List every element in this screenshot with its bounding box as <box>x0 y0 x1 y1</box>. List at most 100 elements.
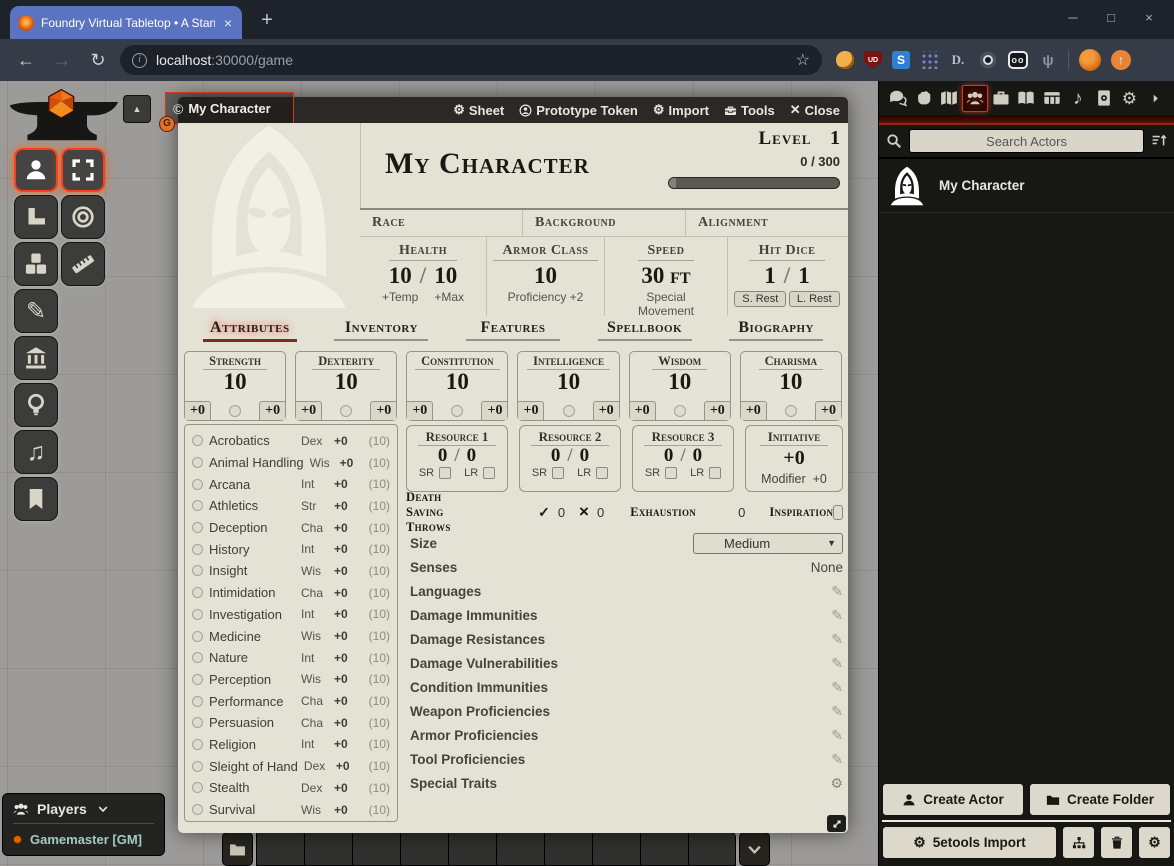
tab-journal[interactable] <box>1014 85 1040 112</box>
skill-row[interactable]: Deception Cha +0 (10) <box>192 517 390 539</box>
macro-slot[interactable] <box>496 832 544 866</box>
skill-row[interactable]: Athletics Str +0 (10) <box>192 495 390 517</box>
tools-button[interactable]: Tools <box>724 103 775 118</box>
ability-label[interactable]: Constitution <box>415 354 500 370</box>
ability-score[interactable]: 10 <box>518 370 618 393</box>
window-header[interactable]: © My Character G ⚙Sheet Prototype Token … <box>178 97 848 123</box>
eye-extension-icon[interactable] <box>980 52 996 68</box>
settings-button[interactable]: ⚙ <box>1138 826 1171 859</box>
ability-save-mod[interactable]: +0 <box>296 401 322 420</box>
skill-proficiency-radio[interactable] <box>192 782 203 793</box>
delete-button[interactable] <box>1100 826 1133 859</box>
hd-current[interactable]: 1 <box>764 263 776 288</box>
players-panel[interactable]: Players Gamemaster [GM] <box>2 793 165 856</box>
proficiency-radio[interactable] <box>229 405 241 417</box>
ability-check-mod[interactable]: +0 <box>593 401 619 420</box>
inspiration-checkbox[interactable] <box>833 505 843 520</box>
edit-icon[interactable]: ✎ <box>831 703 843 720</box>
tab-biography[interactable]: Biography <box>710 319 842 346</box>
site-info-icon[interactable]: i <box>132 53 147 68</box>
url-bar[interactable]: i localhost:30000/game ☆ <box>120 45 822 75</box>
grid-extension-icon[interactable] <box>920 51 938 69</box>
tool-target-button[interactable] <box>61 195 105 239</box>
skill-row[interactable]: Performance Cha +0 (10) <box>192 690 390 712</box>
resource-value[interactable]: 0 <box>551 445 561 466</box>
resource-max[interactable]: 0 <box>467 445 477 466</box>
sr-checkbox[interactable] <box>439 467 451 479</box>
skill-row[interactable]: Religion Int +0 (10) <box>192 734 390 756</box>
resource-box[interactable]: Resource 10/0SRLR <box>406 425 508 492</box>
ability-save-mod[interactable]: +0 <box>407 401 433 420</box>
skill-row[interactable]: Insight Wis +0 (10) <box>192 560 390 582</box>
ability-save-mod[interactable]: +0 <box>185 401 211 420</box>
skill-name[interactable]: Acrobatics <box>209 433 295 448</box>
tab-chat[interactable] <box>885 85 911 112</box>
proficiency-radio[interactable] <box>340 405 352 417</box>
hp-max[interactable]: 10 <box>434 263 457 288</box>
skill-name[interactable]: Persuasion <box>209 715 295 730</box>
resource-max[interactable]: 0 <box>693 445 703 466</box>
skill-name[interactable]: History <box>209 542 295 557</box>
skill-proficiency-radio[interactable] <box>192 717 203 728</box>
macro-folder-button[interactable] <box>222 832 253 866</box>
lr-checkbox[interactable] <box>709 467 721 479</box>
skill-row[interactable]: Sleight of Hand Dex +0 (10) <box>192 755 390 777</box>
alignment-field[interactable]: Alignment <box>686 210 848 236</box>
skill-row[interactable]: Stealth Dex +0 (10) <box>192 777 390 799</box>
create-actor-button[interactable]: Create Actor <box>882 783 1024 816</box>
sr-checkbox[interactable] <box>665 467 677 479</box>
hotbar-page-button[interactable] <box>739 832 770 866</box>
edit-icon[interactable]: ✎ <box>831 751 843 768</box>
hd-max[interactable]: 1 <box>798 263 810 288</box>
skill-proficiency-radio[interactable] <box>192 522 203 533</box>
5etools-import-button[interactable]: ⚙ 5etools Import <box>882 826 1057 859</box>
skill-name[interactable]: Performance <box>209 694 295 709</box>
skill-name[interactable]: Investigation <box>209 607 295 622</box>
hp-current[interactable]: 10 <box>389 263 412 288</box>
resource-box[interactable]: Resource 20/0SRLR <box>519 425 621 492</box>
fork-extension-icon[interactable]: ψ <box>1038 50 1058 70</box>
skill-proficiency-radio[interactable] <box>192 652 203 663</box>
edit-icon[interactable]: ✎ <box>831 607 843 624</box>
create-folder-button[interactable]: Create Folder <box>1029 783 1171 816</box>
ability-save-mod[interactable]: +0 <box>518 401 544 420</box>
folder-tree-button[interactable] <box>1062 826 1095 859</box>
edit-icon[interactable]: ✎ <box>831 727 843 744</box>
edit-icon[interactable]: ✎ <box>831 631 843 648</box>
tool-token-controls-button[interactable] <box>14 148 58 192</box>
skill-proficiency-radio[interactable] <box>192 609 203 620</box>
reader-extension-icon[interactable]: oo <box>1008 51 1028 69</box>
skill-proficiency-radio[interactable] <box>192 500 203 511</box>
skill-proficiency-radio[interactable] <box>192 544 203 555</box>
macro-slot[interactable] <box>448 832 496 866</box>
tab-scenes[interactable] <box>936 85 962 112</box>
tab-combat[interactable] <box>911 85 937 112</box>
skill-name[interactable]: Religion <box>209 737 295 752</box>
skill-name[interactable]: Sleight of Hand <box>209 759 298 774</box>
tab-playlists[interactable]: ♪ <box>1065 85 1091 112</box>
skill-name[interactable]: Athletics <box>209 498 295 513</box>
speed-stat[interactable]: Speed 30 ft Special Movement <box>605 237 728 316</box>
skill-proficiency-radio[interactable] <box>192 565 203 576</box>
skill-row[interactable]: Medicine Wis +0 (10) <box>192 625 390 647</box>
macro-slot[interactable] <box>352 832 400 866</box>
tab-tables[interactable] <box>1039 85 1065 112</box>
skill-row[interactable]: Nature Int +0 (10) <box>192 647 390 669</box>
tab-features[interactable]: Features <box>447 319 579 346</box>
tool-tile-controls-button[interactable] <box>14 242 58 286</box>
tool-ruler-button[interactable] <box>61 242 105 286</box>
ability-check-mod[interactable]: +0 <box>370 401 396 420</box>
edit-icon[interactable]: ✎ <box>831 583 843 600</box>
skill-proficiency-radio[interactable] <box>192 631 203 642</box>
tab-inventory[interactable]: Inventory <box>316 319 448 346</box>
ability-box[interactable]: Intelligence 10 +0 +0 <box>517 351 619 421</box>
macro-slot[interactable] <box>592 832 640 866</box>
actor-name[interactable]: My Character <box>939 178 1025 193</box>
ability-label[interactable]: Dexterity <box>312 354 380 370</box>
darkreader-extension-icon[interactable]: D. <box>948 50 968 70</box>
players-header[interactable]: Players <box>13 801 154 824</box>
stylus-extension-icon[interactable]: S <box>892 51 910 69</box>
long-rest-button[interactable]: L. Rest <box>789 291 840 307</box>
search-input[interactable] <box>909 129 1144 153</box>
ability-check-mod[interactable]: +0 <box>481 401 507 420</box>
